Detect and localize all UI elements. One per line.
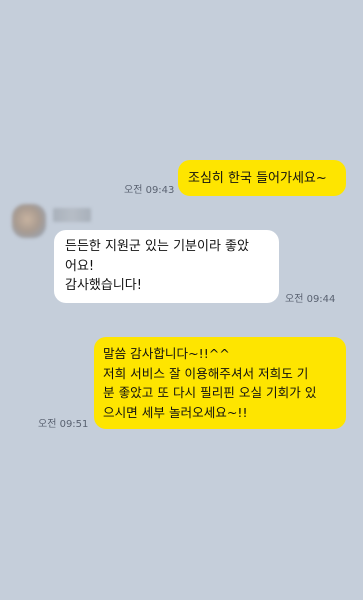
chat-room: 오전 09:43 조심히 한국 들어가세요~ 든든한 지원군 있는 기분이라 좋… bbox=[0, 0, 363, 600]
sender-name-blurred bbox=[53, 208, 91, 222]
message-time: 오전 09:43 bbox=[124, 185, 175, 196]
message-time: 오전 09:44 bbox=[285, 294, 336, 305]
incoming-message-bubble[interactable]: 든든한 지원군 있는 기분이라 좋았 어요! 감사했습니다! bbox=[54, 230, 279, 303]
message-time: 오전 09:51 bbox=[38, 419, 89, 430]
outgoing-message-bubble[interactable]: 조심히 한국 들어가세요~ bbox=[178, 160, 346, 196]
avatar[interactable] bbox=[12, 204, 46, 238]
outgoing-message-bubble[interactable]: 말씀 감사합니다~!!^^ 저희 서비스 잘 이용해주셔서 저희도 기 분 좋았… bbox=[94, 337, 346, 429]
